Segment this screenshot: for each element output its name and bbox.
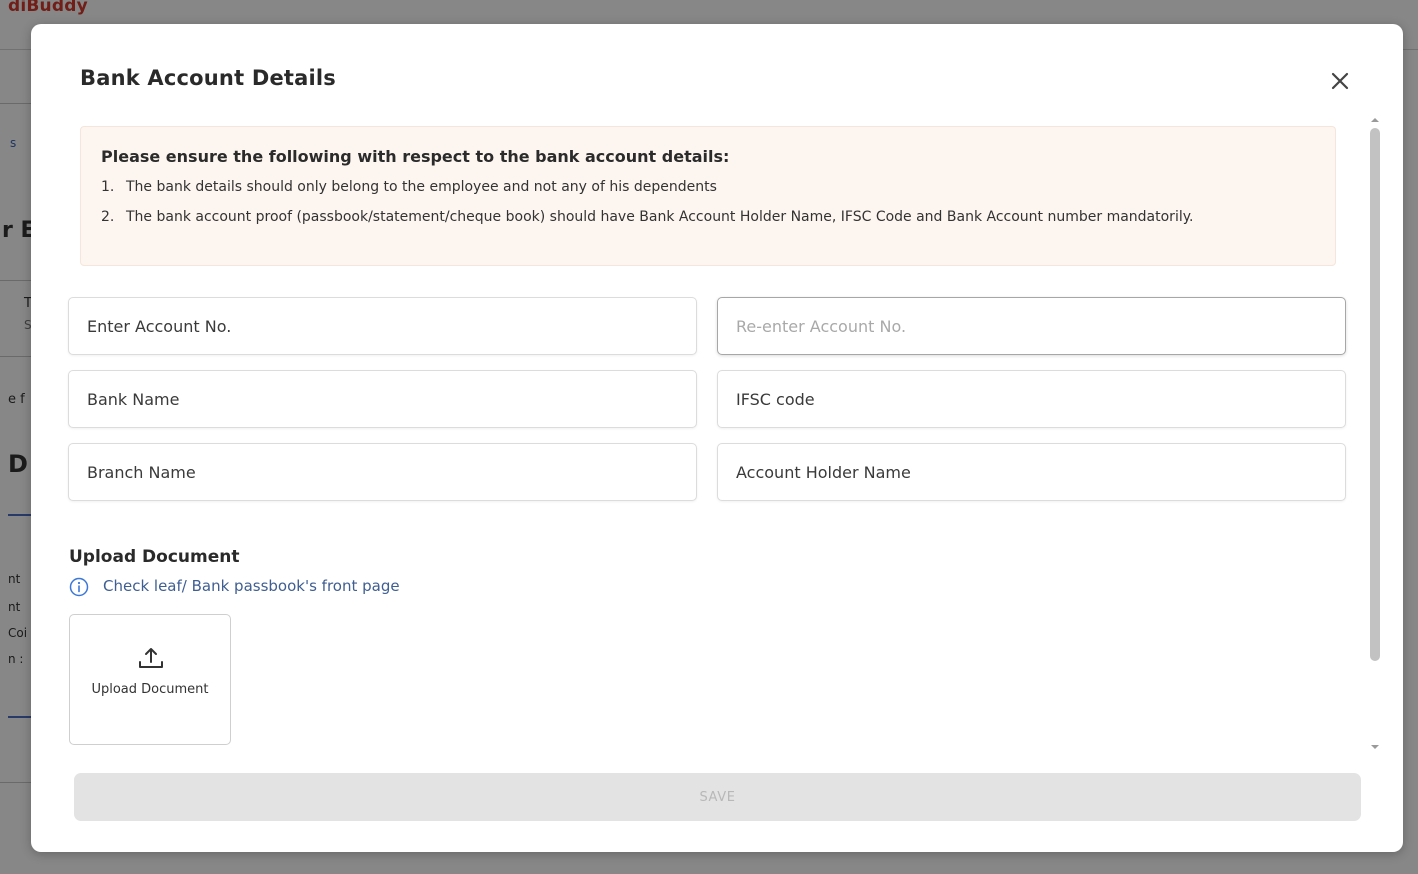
notice-item: 2. The bank account proof (passbook/stat… — [101, 207, 1321, 228]
notice-item-number: 2. — [101, 209, 115, 225]
modal-title: Bank Account Details — [80, 66, 337, 90]
reenter-account-number-input[interactable] — [717, 297, 1346, 355]
upload-document-button[interactable]: Upload Document — [69, 614, 231, 745]
upload-document-label: Upload Document — [91, 682, 209, 697]
account-number-input[interactable] — [68, 297, 697, 355]
bank-details-notice: Please ensure the following with respect… — [80, 126, 1336, 266]
close-icon — [1331, 72, 1349, 90]
bank-name-input[interactable] — [68, 370, 697, 428]
notice-item-text: The bank details should only belong to t… — [126, 179, 717, 195]
notice-item: 1. The bank details should only belong t… — [101, 177, 1321, 198]
save-button[interactable]: SAVE — [74, 773, 1361, 821]
account-holder-name-input[interactable] — [717, 443, 1346, 501]
scroll-down-arrow-icon[interactable] — [1370, 743, 1380, 751]
close-button[interactable] — [1327, 68, 1353, 94]
ifsc-code-input[interactable] — [717, 370, 1346, 428]
upload-document-heading: Upload Document — [69, 547, 240, 567]
upload-hint-text: Check leaf/ Bank passbook's front page — [103, 577, 400, 595]
branch-name-input[interactable] — [68, 443, 697, 501]
notice-item-number: 1. — [101, 179, 115, 195]
bank-account-details-modal: Bank Account Details Please ensure the f… — [31, 24, 1403, 852]
notice-item-text: The bank account proof (passbook/stateme… — [126, 209, 1194, 225]
notice-title: Please ensure the following with respect… — [101, 147, 730, 166]
upload-icon — [139, 648, 163, 668]
info-icon — [69, 577, 89, 597]
scroll-up-arrow-icon[interactable] — [1370, 116, 1380, 124]
scrollbar-thumb[interactable] — [1370, 128, 1380, 661]
